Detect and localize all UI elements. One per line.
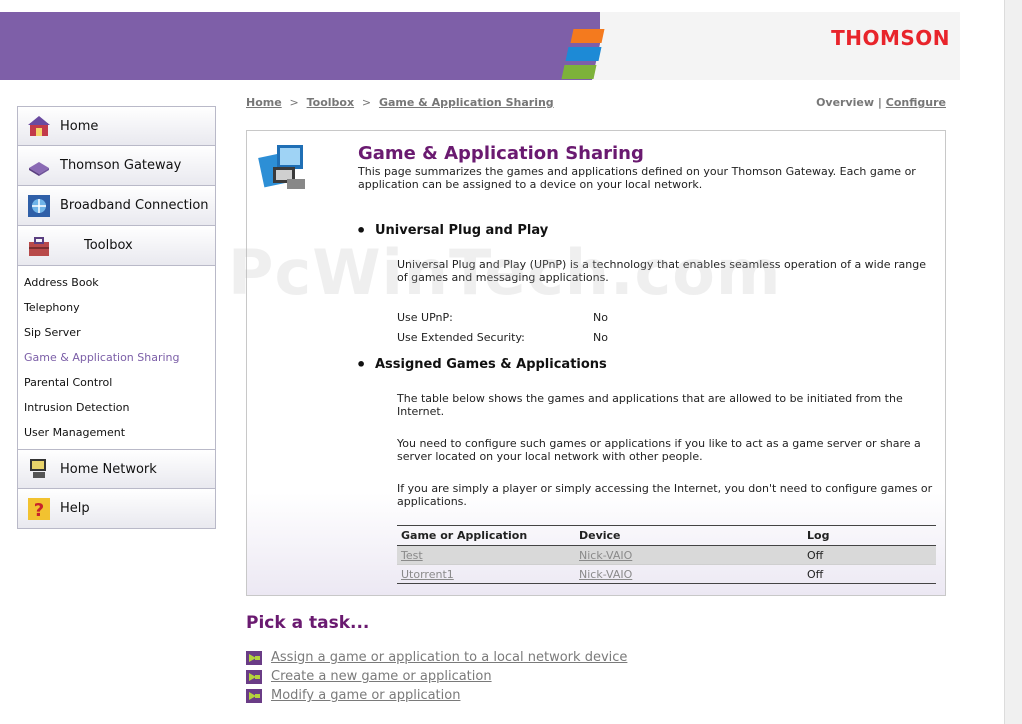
help-question-icon: ? bbox=[26, 496, 52, 522]
arrow-right-icon bbox=[246, 669, 262, 684]
vertical-scrollbar[interactable] bbox=[1004, 0, 1022, 724]
nav-help[interactable]: ? Help bbox=[17, 489, 216, 529]
device-link[interactable]: Nick-VAIO bbox=[579, 549, 632, 562]
nav-broadband-label: Broadband Connection bbox=[60, 198, 209, 213]
sidebar: Home Thomson Gateway Broadband Connectio… bbox=[17, 106, 216, 529]
breadcrumb-current[interactable]: Game & Application Sharing bbox=[379, 96, 554, 109]
view-links-divider: | bbox=[877, 96, 882, 109]
nav-broadband-connection[interactable]: Broadband Connection bbox=[17, 186, 216, 226]
submenu-user-management[interactable]: User Management bbox=[24, 420, 215, 445]
page-description: This page summarizes the games and appli… bbox=[358, 165, 916, 191]
toolbox-icon bbox=[26, 233, 52, 259]
banner-purple-band bbox=[0, 12, 600, 80]
use-upnp-row: Use UPnP: No bbox=[397, 311, 608, 324]
table-header-row: Game or Application Device Log bbox=[397, 525, 936, 546]
column-header-log: Log bbox=[803, 525, 936, 546]
submenu-game-application-sharing[interactable]: Game & Application Sharing bbox=[24, 345, 215, 370]
toolbox-submenu: Address Book Telephony Sip Server Game &… bbox=[17, 266, 216, 449]
banner-stripe-blue bbox=[565, 47, 602, 61]
submenu-sip-server[interactable]: Sip Server bbox=[24, 320, 215, 345]
extended-security-row: Use Extended Security: No bbox=[397, 331, 608, 344]
task-section-title: Pick a task... bbox=[246, 613, 370, 633]
nav-toolbox-label: Toolbox bbox=[84, 238, 133, 253]
svg-text:?: ? bbox=[34, 500, 44, 521]
assigned-paragraph-3: If you are simply a player or simply acc… bbox=[397, 482, 933, 508]
view-links: Overview | Configure bbox=[816, 96, 946, 109]
task-item: Assign a game or application to a local … bbox=[246, 650, 627, 665]
configure-link[interactable]: Configure bbox=[886, 96, 946, 109]
upnp-description: Universal Plug and Play (UPnP) is a tech… bbox=[397, 258, 926, 284]
extended-security-value: No bbox=[593, 331, 608, 344]
game-sharing-icon bbox=[257, 141, 309, 193]
overview-link[interactable]: Overview bbox=[816, 96, 874, 109]
submenu-intrusion-detection[interactable]: Intrusion Detection bbox=[24, 395, 215, 420]
breadcrumb: Home > Toolbox > Game & Application Shar… bbox=[246, 96, 554, 109]
submenu-address-book[interactable]: Address Book bbox=[24, 270, 215, 295]
assigned-heading: Assigned Games & Applications bbox=[356, 355, 607, 374]
content-panel: Game & Application Sharing This page sum… bbox=[246, 130, 946, 596]
breadcrumb-separator: > bbox=[289, 96, 299, 109]
nav-home[interactable]: Home bbox=[17, 106, 216, 146]
arrow-right-icon bbox=[246, 650, 262, 665]
upnp-heading: Universal Plug and Play bbox=[356, 221, 548, 240]
arrow-right-icon bbox=[246, 688, 262, 703]
table-row: Utorrent1 Nick-VAIO Off bbox=[397, 564, 936, 584]
app-link[interactable]: Utorrent1 bbox=[401, 568, 454, 581]
nav-home-label: Home bbox=[60, 118, 99, 134]
page-title: Game & Application Sharing bbox=[358, 143, 644, 164]
task-create-link[interactable]: Create a new game or application bbox=[271, 669, 492, 684]
header-banner: THOMSON bbox=[0, 12, 960, 80]
globe-network-icon bbox=[26, 193, 52, 219]
nav-thomson-gateway[interactable]: Thomson Gateway bbox=[17, 146, 216, 186]
computer-network-icon bbox=[26, 456, 52, 482]
log-value: Off bbox=[803, 564, 936, 584]
log-value: Off bbox=[803, 545, 936, 565]
nav-home-network-label: Home Network bbox=[60, 461, 157, 477]
submenu-parental-control[interactable]: Parental Control bbox=[24, 370, 215, 395]
nav-gateway-label: Thomson Gateway bbox=[60, 158, 182, 173]
task-item: Create a new game or application bbox=[246, 669, 492, 684]
app-link[interactable]: Test bbox=[401, 549, 423, 562]
device-link[interactable]: Nick-VAIO bbox=[579, 568, 632, 581]
nav-help-label: Help bbox=[60, 501, 90, 516]
task-assign-link[interactable]: Assign a game or application to a local … bbox=[271, 650, 627, 665]
breadcrumb-separator: > bbox=[361, 96, 372, 109]
banner-stripe-orange bbox=[570, 29, 605, 43]
breadcrumb-toolbox[interactable]: Toolbox bbox=[307, 96, 354, 109]
breadcrumb-home[interactable]: Home bbox=[246, 96, 282, 109]
banner-stripe-green bbox=[561, 65, 597, 79]
use-upnp-value: No bbox=[593, 311, 608, 324]
column-header-device: Device bbox=[575, 525, 803, 546]
assigned-paragraph-2: You need to configure such games or appl… bbox=[397, 437, 921, 463]
home-icon bbox=[26, 113, 52, 139]
table-row: Test Nick-VAIO Off bbox=[397, 545, 936, 565]
games-applications-table: Game or Application Device Log Test Nick… bbox=[397, 525, 936, 584]
nav-toolbox[interactable]: Toolbox bbox=[17, 226, 216, 266]
column-header-game: Game or Application bbox=[397, 525, 575, 546]
use-upnp-label: Use UPnP: bbox=[397, 311, 453, 324]
submenu-telephony[interactable]: Telephony bbox=[24, 295, 215, 320]
task-modify-link[interactable]: Modify a game or application bbox=[271, 688, 460, 703]
brand-logo: THOMSON bbox=[831, 26, 950, 50]
assigned-paragraph-1: The table below shows the games and appl… bbox=[397, 392, 903, 418]
gateway-icon bbox=[26, 153, 52, 179]
nav-home-network[interactable]: Home Network bbox=[17, 449, 216, 489]
task-item: Modify a game or application bbox=[246, 688, 460, 703]
extended-security-label: Use Extended Security: bbox=[397, 331, 525, 344]
